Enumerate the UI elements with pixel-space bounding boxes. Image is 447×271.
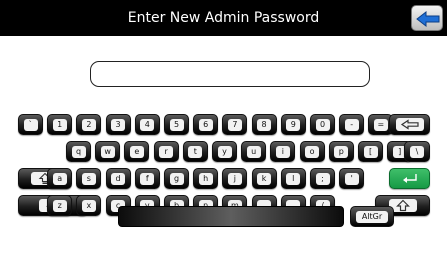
key[interactable]: w bbox=[95, 141, 121, 162]
key-label: \ bbox=[410, 145, 424, 158]
key-label: d bbox=[111, 172, 126, 185]
key-label: a bbox=[52, 172, 67, 185]
title-bar: Enter New Admin Password bbox=[0, 0, 447, 36]
key-label: ' bbox=[344, 172, 359, 185]
altgr-key-label: AltGr bbox=[356, 211, 388, 223]
key-label: k bbox=[257, 172, 272, 185]
key-label: s bbox=[81, 172, 96, 185]
key[interactable]: i bbox=[270, 141, 296, 162]
key-label: 6 bbox=[198, 118, 213, 131]
key-label: - bbox=[344, 118, 359, 131]
key-label: 2 bbox=[81, 118, 96, 131]
key[interactable]: u bbox=[241, 141, 267, 162]
key[interactable]: o bbox=[299, 141, 325, 162]
key-label: p bbox=[334, 145, 349, 158]
key-label: 1 bbox=[52, 118, 67, 131]
key[interactable]: 2 bbox=[76, 114, 102, 135]
key-label: 7 bbox=[227, 118, 242, 131]
key-label: j bbox=[227, 172, 242, 185]
key[interactable]: 7 bbox=[222, 114, 248, 135]
enter-key[interactable] bbox=[389, 168, 430, 189]
key-label: = bbox=[373, 118, 388, 131]
key[interactable]: r bbox=[153, 141, 179, 162]
key-label: h bbox=[198, 172, 213, 185]
key-label: q bbox=[71, 145, 86, 158]
key[interactable]: [ bbox=[358, 141, 383, 162]
key-label: o bbox=[305, 145, 320, 158]
key[interactable]: x bbox=[76, 195, 102, 216]
page-title: Enter New Admin Password bbox=[127, 10, 320, 26]
backspace-icon bbox=[395, 118, 424, 131]
password-screen: Enter New Admin Password ` 1 2 3 4 5 6 7 8 9 0 - = q w… bbox=[0, 0, 447, 271]
key[interactable]: y bbox=[212, 141, 237, 162]
key[interactable]: z bbox=[47, 195, 73, 216]
key-label: l bbox=[286, 172, 301, 185]
key[interactable]: ` bbox=[18, 114, 43, 135]
key-label: z bbox=[52, 199, 67, 212]
key[interactable]: 9 bbox=[280, 114, 306, 135]
key-label: x bbox=[81, 199, 96, 212]
key[interactable]: \ bbox=[404, 141, 430, 162]
key-label: 4 bbox=[140, 118, 155, 131]
key-label: 9 bbox=[286, 118, 301, 131]
key[interactable]: 3 bbox=[105, 114, 131, 135]
key-label: y bbox=[217, 145, 232, 158]
back-button[interactable] bbox=[411, 5, 443, 31]
key[interactable]: q bbox=[66, 141, 91, 162]
backspace-key[interactable] bbox=[389, 114, 430, 135]
key-label: e bbox=[129, 145, 144, 158]
key[interactable]: 8 bbox=[251, 114, 277, 135]
back-arrow-icon bbox=[416, 10, 440, 28]
key[interactable]: 0 bbox=[310, 114, 335, 135]
key[interactable]: 1 bbox=[47, 114, 73, 135]
key[interactable]: p bbox=[328, 141, 354, 162]
key-label: w bbox=[100, 145, 115, 158]
key-label: [ bbox=[363, 145, 378, 158]
space-key[interactable] bbox=[118, 206, 344, 227]
key-label: ; bbox=[315, 172, 330, 185]
key-label: t bbox=[188, 145, 203, 158]
key[interactable]: e bbox=[124, 141, 150, 162]
key[interactable]: l bbox=[280, 168, 306, 189]
key-label: i bbox=[275, 145, 290, 158]
key-label: 5 bbox=[169, 118, 184, 131]
key[interactable]: 4 bbox=[134, 114, 160, 135]
key[interactable]: d bbox=[105, 168, 131, 189]
key[interactable]: t bbox=[182, 141, 208, 162]
key[interactable]: j bbox=[222, 168, 248, 189]
key[interactable]: 6 bbox=[193, 114, 219, 135]
key-label: 0 bbox=[315, 118, 330, 131]
key-label: r bbox=[159, 145, 174, 158]
key[interactable]: h bbox=[193, 168, 219, 189]
enter-icon bbox=[396, 172, 424, 185]
key-label: ` bbox=[23, 118, 38, 131]
key-label: u bbox=[246, 145, 261, 158]
password-input[interactable] bbox=[90, 61, 370, 87]
key[interactable]: a bbox=[47, 168, 73, 189]
key[interactable]: ' bbox=[339, 168, 365, 189]
key[interactable]: g bbox=[164, 168, 189, 189]
key[interactable]: k bbox=[251, 168, 277, 189]
key[interactable]: s bbox=[76, 168, 102, 189]
altgr-key[interactable]: AltGr bbox=[350, 206, 394, 227]
key-label: g bbox=[169, 172, 184, 185]
key[interactable]: f bbox=[134, 168, 160, 189]
key[interactable]: - bbox=[339, 114, 365, 135]
key-label: f bbox=[140, 172, 155, 185]
key-label: 8 bbox=[257, 118, 272, 131]
key-label: 3 bbox=[111, 118, 126, 131]
key[interactable]: 5 bbox=[164, 114, 189, 135]
key[interactable]: ; bbox=[310, 168, 335, 189]
